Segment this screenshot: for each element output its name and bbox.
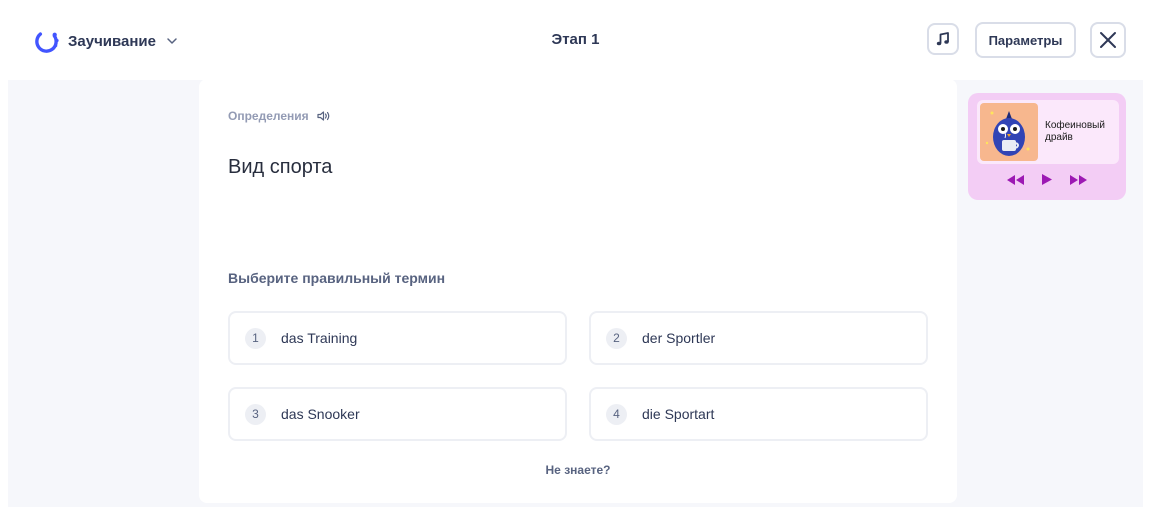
option-text: das Training	[281, 330, 358, 346]
answer-prompt: Выберите правильный термин	[228, 270, 446, 286]
rewind-icon[interactable]	[1005, 174, 1025, 186]
dont-know-link[interactable]: Не знаете?	[199, 463, 957, 477]
option-number-badge: 3	[245, 403, 266, 425]
answer-option-2[interactable]: 2 der Sportler	[589, 311, 928, 365]
close-icon	[1100, 32, 1116, 48]
answer-option-1[interactable]: 1 das Training	[228, 311, 567, 365]
definition-header: Определения	[228, 109, 331, 123]
option-text: der Sportler	[642, 330, 716, 346]
now-playing: Кофеиновый драйв	[977, 100, 1119, 164]
answer-option-3[interactable]: 3 das Snooker	[228, 387, 567, 441]
option-text: das Snooker	[281, 406, 360, 422]
music-button[interactable]	[927, 23, 959, 55]
option-text: die Sportart	[642, 406, 715, 422]
scrollbar-track[interactable]	[1143, 0, 1151, 507]
fast-forward-icon[interactable]	[1069, 174, 1089, 186]
option-number-badge: 1	[245, 327, 266, 349]
option-number-badge: 4	[606, 403, 627, 425]
music-player: Кофеиновый драйв	[968, 93, 1126, 200]
section-label: Определения	[228, 109, 309, 123]
track-title: Кофеиновый драйв	[1045, 120, 1105, 143]
music-note-icon	[936, 32, 949, 46]
top-bar: Заучивание Этап 1 Параметры	[0, 0, 1151, 80]
option-number-badge: 2	[606, 327, 627, 349]
question-card: Определения Вид спорта Выберите правильн…	[199, 79, 957, 503]
answer-option-4[interactable]: 4 die Sportart	[589, 387, 928, 441]
close-button[interactable]	[1090, 22, 1126, 58]
settings-button[interactable]: Параметры	[975, 22, 1076, 58]
album-cover-image	[980, 103, 1038, 161]
definition-text: Вид спорта	[228, 156, 333, 178]
speaker-icon[interactable]	[317, 110, 331, 122]
playback-controls	[968, 173, 1126, 186]
left-edge	[0, 80, 8, 507]
play-icon[interactable]	[1041, 173, 1053, 186]
